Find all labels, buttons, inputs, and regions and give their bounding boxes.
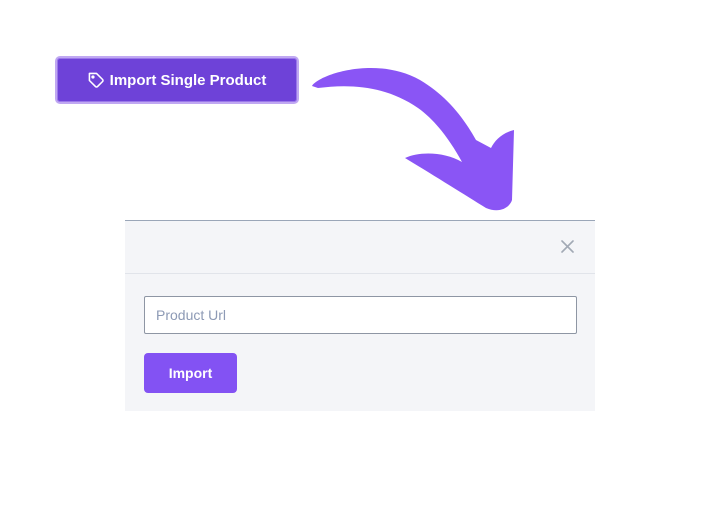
stage: Import Single Product Import — [0, 0, 720, 525]
import-product-modal: Import — [125, 220, 595, 411]
import-button[interactable]: Import — [144, 353, 237, 393]
curved-arrow-icon — [312, 67, 514, 211]
import-single-product-label: Import Single Product — [109, 71, 267, 89]
product-url-input[interactable] — [144, 296, 577, 334]
modal-header — [125, 221, 595, 274]
modal-body: Import — [125, 274, 595, 393]
close-icon — [560, 239, 574, 253]
close-button[interactable] — [559, 238, 575, 254]
tag-icon — [88, 72, 105, 89]
import-single-product-button[interactable]: Import Single Product — [55, 56, 299, 104]
